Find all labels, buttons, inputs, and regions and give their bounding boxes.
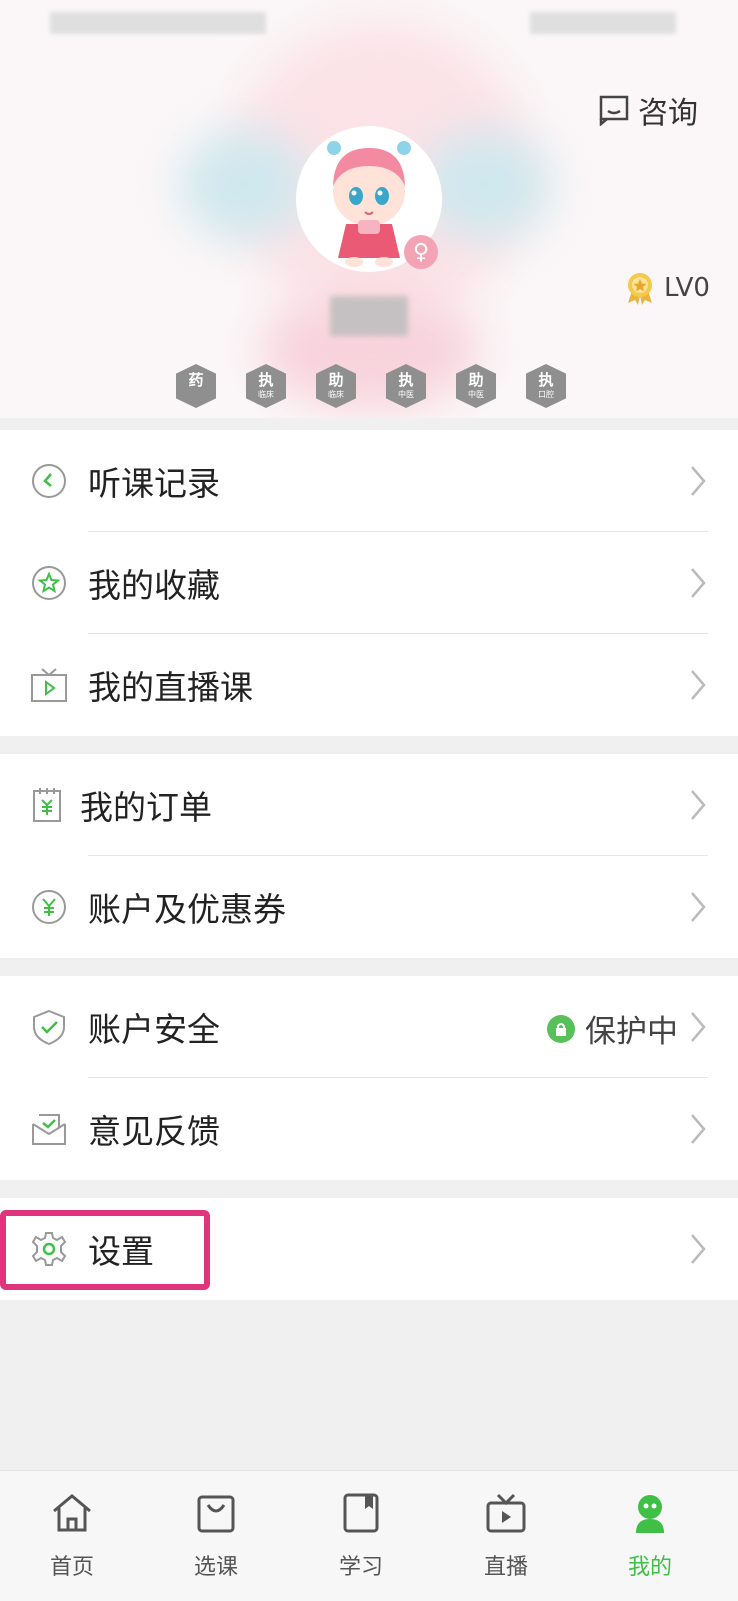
- level-label: LV0: [664, 273, 710, 303]
- shopping-bag-icon: [197, 1495, 235, 1533]
- status-bar: [0, 0, 738, 46]
- menu-item-label: 意见反馈: [88, 1112, 220, 1151]
- chevron-right-icon: [691, 670, 706, 700]
- certificate-badge: 执 临床: [246, 364, 286, 408]
- chevron-right-icon: [691, 1114, 706, 1144]
- lock-icon: [547, 1014, 575, 1043]
- level-indicator[interactable]: LV0: [624, 268, 710, 308]
- menu-item-favorites[interactable]: 我的收藏: [0, 532, 738, 634]
- menu-item-label: 我的订单: [80, 788, 212, 827]
- certificate-badges: 药 执 临床 助 临床 执 中医 助 中医 执 口腔: [176, 364, 566, 408]
- username-blurred: [330, 296, 408, 336]
- certificate-badge: 执 口腔: [526, 364, 566, 408]
- chevron-right-icon: [691, 892, 706, 922]
- gender-female-icon: ♀: [404, 235, 438, 269]
- tab-label: 首页: [49, 1555, 94, 1580]
- tab-home[interactable]: 首页: [32, 1491, 112, 1581]
- clock-icon: [32, 464, 66, 498]
- menu-item-listen-history[interactable]: 听课记录: [0, 430, 738, 532]
- menu-item-orders[interactable]: 我的订单: [0, 754, 738, 856]
- feedback-mail-icon: [32, 1114, 66, 1145]
- certificate-badge: 药: [176, 364, 216, 408]
- settings-highlight-box: [0, 1210, 210, 1290]
- chevron-right-icon: [691, 466, 706, 496]
- tab-label: 直播: [483, 1555, 528, 1580]
- status-bar-blurred: [530, 12, 676, 34]
- certificate-badge: 助 临床: [316, 364, 356, 408]
- tab-label: 选课: [193, 1555, 238, 1580]
- chevron-right-icon: [691, 568, 706, 598]
- tab-label: 学习: [338, 1555, 383, 1580]
- menu-item-label: 账户安全: [88, 1010, 220, 1049]
- tab-label: 我的: [627, 1555, 672, 1580]
- menu-group-learning: 听课记录 我的收藏 我的直播课: [0, 430, 738, 736]
- shield-check-icon: [33, 1009, 65, 1046]
- menu-item-label: 我的直播课: [88, 668, 253, 707]
- certificate-badge: 执 中医: [386, 364, 426, 408]
- menu-item-account-coupons[interactable]: 账户及优惠券: [0, 856, 738, 958]
- chevron-right-icon: [691, 1234, 706, 1264]
- security-status: 保护中: [547, 1006, 678, 1051]
- order-receipt-icon: [33, 788, 61, 822]
- chevron-right-icon: [691, 1012, 706, 1042]
- certificate-badge: 助 中医: [456, 364, 496, 408]
- tab-select-course[interactable]: 选课: [176, 1491, 256, 1581]
- user-mascot-icon: [636, 1495, 664, 1533]
- medal-icon: [628, 273, 652, 305]
- menu-group-security: 账户安全 保护中 意见反馈: [0, 976, 738, 1180]
- menu-item-label: 听课记录: [88, 464, 220, 503]
- consult-icon: [599, 95, 629, 126]
- tv-icon: [486, 1493, 526, 1533]
- chevron-right-icon: [691, 790, 706, 820]
- header-background-shape: [180, 130, 310, 240]
- consult-button[interactable]: 咨询: [598, 90, 698, 131]
- bottom-tab-bar: 首页 选课 学习 直播 我的: [0, 1470, 738, 1601]
- profile-header: 咨询 ♀ LV0 药 执 临床 助 临床 执 中医 助 中医 执 口腔: [0, 0, 738, 418]
- tab-study[interactable]: 学习: [321, 1491, 401, 1581]
- menu-item-live-courses[interactable]: 我的直播课: [0, 634, 738, 736]
- consult-label: 咨询: [638, 96, 698, 131]
- menu-item-account-security[interactable]: 账户安全 保护中: [0, 976, 738, 1078]
- book-icon: [343, 1493, 379, 1533]
- status-bar-blurred: [50, 12, 266, 34]
- tab-mine[interactable]: 我的: [610, 1491, 690, 1581]
- yuan-coin-icon: [32, 890, 66, 924]
- menu-group-orders: 我的订单 账户及优惠券: [0, 754, 738, 958]
- security-status-label: 保护中: [585, 1014, 678, 1050]
- tv-play-icon: [31, 668, 67, 702]
- menu-item-label: 我的收藏: [88, 566, 220, 605]
- menu-item-feedback[interactable]: 意见反馈: [0, 1078, 738, 1180]
- star-icon: [32, 566, 66, 600]
- tab-live[interactable]: 直播: [466, 1491, 546, 1581]
- menu-item-label: 账户及优惠券: [88, 890, 286, 929]
- home-icon: [53, 1494, 91, 1532]
